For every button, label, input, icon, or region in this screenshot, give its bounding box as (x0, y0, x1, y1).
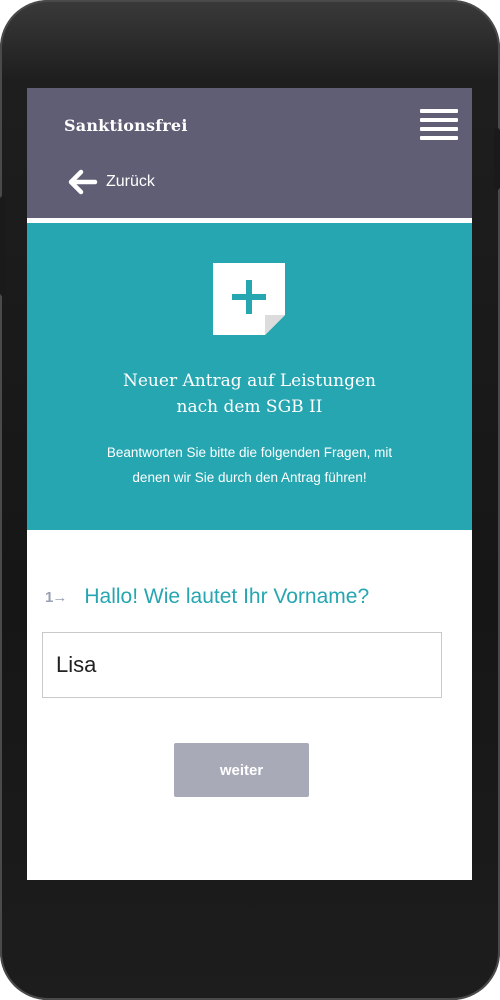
banner-subtitle-line: denen wir Sie durch den Antrag führen! (132, 470, 367, 485)
back-link[interactable]: Zurück (68, 168, 155, 196)
question-number: 1→ (45, 588, 67, 606)
hamburger-menu-icon[interactable] (420, 109, 458, 141)
new-document-plus-icon (213, 263, 285, 335)
banner-subtitle: Beantworten Sie bitte die folgenden Frag… (57, 440, 442, 490)
power-button (494, 128, 500, 190)
first-name-input[interactable] (42, 632, 442, 698)
next-button[interactable]: weiter (174, 743, 309, 797)
arrow-left-icon (68, 169, 98, 195)
banner-title-line: nach dem SGB II (176, 397, 323, 417)
banner-title: Neuer Antrag auf Leistungen nach dem SGB… (27, 368, 472, 420)
app-screen: Sanktionsfrei Zurück Neuer Antrag auf Le… (27, 88, 472, 880)
back-label: Zurück (106, 173, 155, 190)
top-bar: Sanktionsfrei Zurück (27, 88, 472, 218)
brand-logo[interactable]: Sanktionsfrei (64, 116, 188, 135)
arrow-right-icon: → (52, 588, 67, 606)
question-row: 1→ Hallo! Wie lautet Ihr Vorname? (45, 585, 369, 609)
phone-frame: Sanktionsfrei Zurück Neuer Antrag auf Le… (0, 0, 500, 1000)
intro-banner: Neuer Antrag auf Leistungen nach dem SGB… (27, 223, 472, 530)
question-label: Hallo! Wie lautet Ihr Vorname? (84, 585, 370, 608)
banner-subtitle-line: Beantworten Sie bitte die folgenden Frag… (106, 445, 393, 460)
banner-title-line: Neuer Antrag auf Leistungen (123, 371, 376, 391)
volume-button (0, 196, 6, 296)
